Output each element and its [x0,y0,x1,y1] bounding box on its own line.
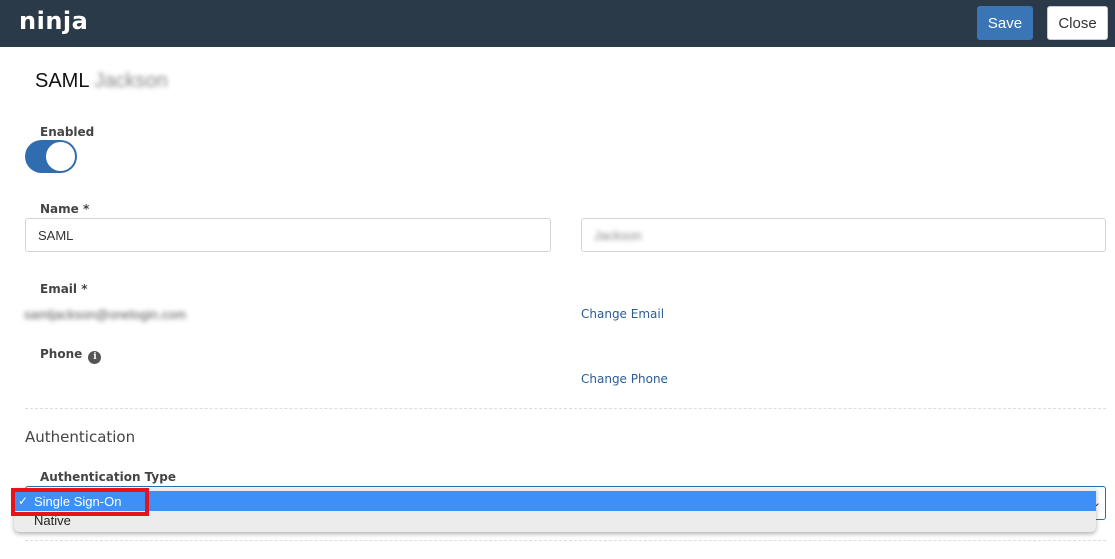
section-divider-bottom [25,540,1106,541]
enabled-label: Enabled [40,125,95,139]
toggle-knob [45,141,76,172]
first-name-input[interactable]: SAML [25,218,551,252]
save-button[interactable]: Save [977,6,1033,40]
email-value-redacted: samljackson@onelogin.com [24,307,187,322]
title-first-name: SAML [35,70,89,92]
authentication-type-dropdown: ✓ Single Sign-On Native [14,488,1096,532]
authentication-section-title: Authentication [25,428,136,446]
close-button[interactable]: Close [1047,6,1108,40]
option-single-sign-on[interactable]: ✓ Single Sign-On [14,491,1096,511]
authentication-type-label: Authentication Type [40,470,176,484]
top-bar: ninja Save Close [0,0,1115,47]
change-phone-link[interactable]: Change Phone [581,372,668,386]
enabled-toggle[interactable] [25,140,77,173]
change-email-link[interactable]: Change Email [581,307,664,321]
phone-label-text: Phone [40,347,83,361]
name-label: Name * [40,202,90,216]
info-icon[interactable]: i [88,351,102,364]
option-native[interactable]: Native [14,510,1096,530]
last-name-input[interactable]: Jackson [581,218,1106,252]
title-last-name-redacted: Jackson [94,70,168,92]
page-title: SAML Jackson [35,70,168,93]
phone-label: Phone i [40,347,102,364]
email-label: Email * [40,282,88,296]
section-divider [25,408,1106,409]
last-name-value-redacted: Jackson [594,227,642,243]
ninja-logo: ninja [19,7,89,35]
annotation-highlight-box [11,488,149,516]
